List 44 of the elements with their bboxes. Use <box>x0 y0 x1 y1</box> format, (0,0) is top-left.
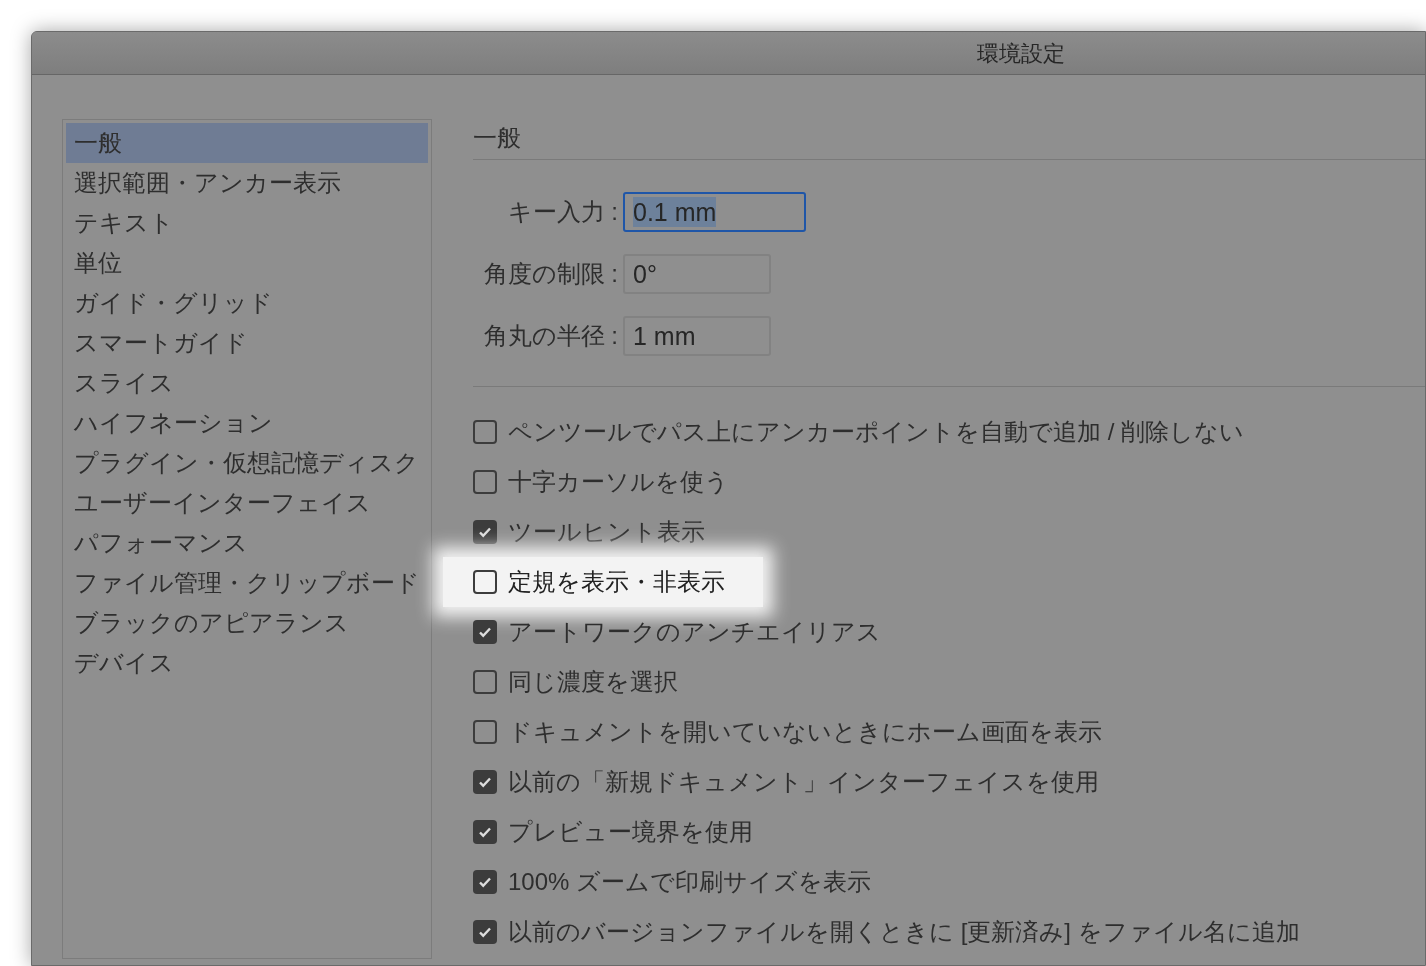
checkbox-label: ドキュメントを開いていないときにホーム画面を表示 <box>508 717 1102 747</box>
checkbox[interactable] <box>473 620 497 644</box>
checkbox-label: 100% ズームで印刷サイズを表示 <box>508 867 872 897</box>
checkbox[interactable] <box>473 670 497 694</box>
checkbox[interactable] <box>473 770 497 794</box>
checkbox[interactable] <box>473 920 497 944</box>
section-title: 一般 <box>473 123 522 153</box>
sidebar-item[interactable]: 選択範囲・アンカー表示 <box>66 163 428 203</box>
checkbox-label: ツールヒント表示 <box>508 517 705 547</box>
checkbox-label: 以前のバージョンファイルを開くときに [更新済み] をファイル名に追加 <box>508 917 1300 947</box>
sidebar-item[interactable]: 一般 <box>66 123 428 163</box>
sidebar-item[interactable]: パフォーマンス <box>66 523 428 563</box>
checkbox[interactable] <box>473 420 497 444</box>
sidebar-item[interactable]: デバイス <box>66 643 428 683</box>
checkbox-label: 十字カーソルを使う <box>508 467 729 497</box>
checkbox[interactable] <box>473 720 497 744</box>
checkbox-label: 同じ濃度を選択 <box>508 667 678 697</box>
checkbox[interactable] <box>473 470 497 494</box>
checkbox[interactable] <box>473 520 497 544</box>
window-title: 環境設定 <box>977 39 1065 68</box>
sidebar-item[interactable]: ガイド・グリッド <box>66 283 428 323</box>
sidebar-item[interactable]: ハイフネーション <box>66 403 428 443</box>
sidebar-item[interactable]: ファイル管理・クリップボード <box>66 563 428 603</box>
sidebar-item[interactable]: プラグイン・仮想記憶ディスク <box>66 443 428 483</box>
field-label: 角度の制限 : <box>482 259 619 289</box>
checkbox-label: アートワークのアンチエイリアス <box>508 617 881 647</box>
sidebar-item[interactable]: ブラックのアピアランス <box>66 603 428 643</box>
field-label: 角丸の半径 : <box>482 321 619 351</box>
sidebar-item[interactable]: ユーザーインターフェイス <box>66 483 428 523</box>
checkbox[interactable] <box>473 820 497 844</box>
checkbox-label: 以前の「新規ドキュメント」インターフェイスを使用 <box>508 767 1099 797</box>
field-label: キー入力 : <box>506 197 619 227</box>
sidebar-item[interactable]: 単位 <box>66 243 428 283</box>
sidebar-item[interactable]: テキスト <box>66 203 428 243</box>
checkbox-label: プレビュー境界を使用 <box>508 817 753 847</box>
sidebar-item[interactable]: スマートガイド <box>66 323 428 363</box>
checkbox-label: ペンツールでパス上にアンカーポイントを自動で追加 / 削除しない <box>508 417 1244 447</box>
sidebar-item[interactable]: スライス <box>66 363 428 403</box>
input-field[interactable]: 0.1 mm <box>623 192 806 232</box>
checkbox[interactable] <box>473 570 497 594</box>
checkbox-label: 定規を表示・非表示 <box>508 567 725 597</box>
input-field[interactable]: 0° <box>623 254 771 294</box>
input-field[interactable]: 1 mm <box>623 316 771 356</box>
checkbox[interactable] <box>473 870 497 894</box>
